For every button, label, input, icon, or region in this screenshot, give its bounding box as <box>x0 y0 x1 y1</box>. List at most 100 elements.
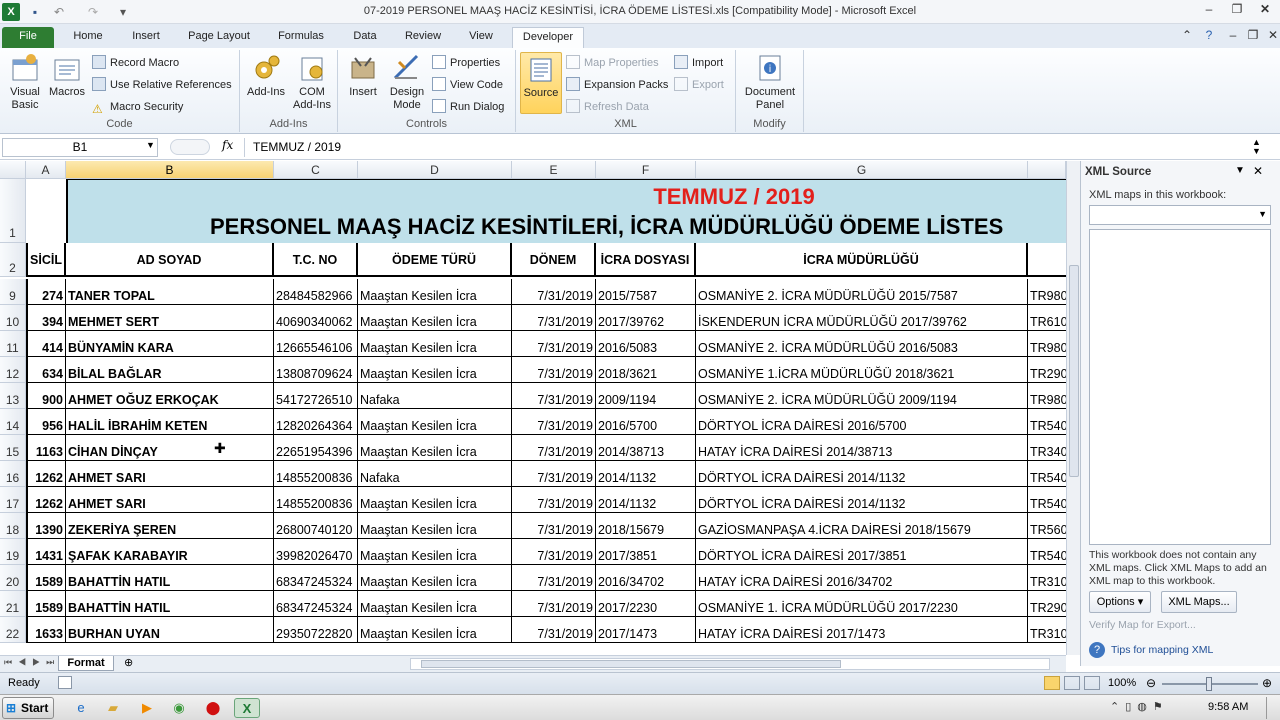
cell-odeme-turu[interactable]: Maaştan Kesilen İcra <box>358 487 512 513</box>
column-header-e[interactable]: E <box>512 161 596 179</box>
formula-controls[interactable] <box>170 139 210 155</box>
antivirus-icon[interactable]: ⬤ <box>200 698 226 718</box>
row-header[interactable]: 9 <box>0 279 26 305</box>
sheet-tab-format[interactable]: Format <box>58 656 114 671</box>
cell-icra-mudurlugu[interactable]: DÖRTYOL İCRA DAİRESİ 2014/1132 <box>696 461 1028 487</box>
macro-security-button[interactable]: ⚠ Macro Security <box>92 98 183 116</box>
cell-icra-dosyasi[interactable]: 2017/1473 <box>596 617 696 643</box>
cell-icra-dosyasi[interactable]: 2017/2230 <box>596 591 696 617</box>
cell-tc-no[interactable]: 39982026470 <box>274 539 358 565</box>
cell-tc-no[interactable]: 68347245324 <box>274 565 358 591</box>
cell-ad-soyad[interactable]: BÜNYAMİN KARA <box>66 331 274 357</box>
minimize-button[interactable]: – <box>1196 2 1222 20</box>
name-box[interactable]: B1 <box>2 138 158 157</box>
tab-file[interactable]: File <box>2 27 54 48</box>
cell-iban[interactable]: TR540 <box>1028 461 1066 487</box>
file-explorer-icon[interactable]: ▰ <box>100 698 126 718</box>
tab-data[interactable]: Data <box>340 27 390 48</box>
page-layout-view-icon[interactable] <box>1064 676 1080 690</box>
column-header-b[interactable]: B <box>66 161 274 179</box>
row-header[interactable]: 22 <box>0 617 26 643</box>
cell-ad-soyad[interactable]: BAHATTİN HATIL <box>66 565 274 591</box>
view-code-button[interactable]: View Code <box>432 76 503 94</box>
row-header[interactable]: 14 <box>0 409 26 435</box>
row-header[interactable]: 21 <box>0 591 26 617</box>
cell-iban[interactable]: TR980 <box>1028 383 1066 409</box>
cell-sicil[interactable]: 274 <box>26 279 66 305</box>
expansion-packs-button[interactable]: Expansion Packs <box>566 76 668 94</box>
record-macro-button[interactable]: Record Macro <box>92 54 179 72</box>
normal-view-icon[interactable] <box>1044 676 1060 690</box>
xml-tree-view[interactable] <box>1089 229 1271 545</box>
cell-sicil[interactable]: 414 <box>26 331 66 357</box>
cell-odeme-turu[interactable]: Maaştan Kesilen İcra <box>358 357 512 383</box>
cell-icra-dosyasi[interactable]: 2017/39762 <box>596 305 696 331</box>
zoom-level[interactable]: 100% <box>1108 677 1136 689</box>
worksheet-grid[interactable]: A B C D E F G 1 TEMMUZ / 2019 PERSONEL M… <box>0 161 1066 655</box>
cell-odeme-turu[interactable]: Nafaka <box>358 383 512 409</box>
cell-iban[interactable]: TR290 <box>1028 591 1066 617</box>
cell-iban[interactable]: TR310 <box>1028 617 1066 643</box>
cell-icra-dosyasi[interactable]: 2015/7587 <box>596 279 696 305</box>
cell-icra-mudurlugu[interactable]: HATAY İCRA DAİRESİ 2017/1473 <box>696 617 1028 643</box>
cell-ad-soyad[interactable]: BİLAL BAĞLAR <box>66 357 274 383</box>
xml-maps-button[interactable]: XML Maps... <box>1161 591 1237 613</box>
header-odeme-turu[interactable]: ÖDEME TÜRÜ <box>358 243 512 277</box>
macro-record-icon[interactable] <box>58 676 72 689</box>
cell-donem[interactable]: 7/31/2019 <box>512 513 596 539</box>
cell-odeme-turu[interactable]: Nafaka <box>358 461 512 487</box>
document-panel-button[interactable]: i Document Panel <box>740 52 800 112</box>
cell-icra-mudurlugu[interactable]: GAZİOSMANPAŞA 4.İCRA DAİRESİ 2018/15679 <box>696 513 1028 539</box>
vertical-scrollbar[interactable] <box>1066 161 1080 655</box>
cell-donem[interactable]: 7/31/2019 <box>512 617 596 643</box>
run-dialog-button[interactable]: Run Dialog <box>432 98 504 116</box>
cell-tc-no[interactable]: 12665546106 <box>274 331 358 357</box>
cell-donem[interactable]: 7/31/2019 <box>512 305 596 331</box>
pane-options-icon[interactable]: ▼ <box>1235 165 1245 176</box>
close-button[interactable]: ✕ <box>1252 2 1278 20</box>
xml-source-button[interactable]: Source <box>520 52 562 114</box>
zoom-out-icon[interactable]: ⊖ <box>1146 676 1156 690</box>
insert-control-button[interactable]: Insert <box>342 52 384 99</box>
tab-home[interactable]: Home <box>62 27 114 48</box>
excel-taskbar-button[interactable]: X <box>234 698 260 718</box>
insert-function-button[interactable]: fx <box>222 138 233 152</box>
pane-close-icon[interactable]: ✕ <box>1253 164 1263 178</box>
row-header[interactable]: 11 <box>0 331 26 357</box>
chrome-icon[interactable]: ◉ <box>166 698 192 718</box>
media-player-icon[interactable]: ▶ <box>134 698 160 718</box>
maximize-button[interactable]: ❐ <box>1224 2 1250 20</box>
internet-explorer-icon[interactable]: e <box>68 698 94 718</box>
cell-sicil[interactable]: 1589 <box>26 565 66 591</box>
header-ad-soyad[interactable]: AD SOYAD <box>66 243 274 277</box>
cell-tc-no[interactable]: 28484582966 <box>274 279 358 305</box>
cell-icra-dosyasi[interactable]: 2016/34702 <box>596 565 696 591</box>
tips-link[interactable]: Tips for mapping XML <box>1111 644 1213 656</box>
row-header[interactable]: 18 <box>0 513 26 539</box>
cell-iban[interactable]: TR980 <box>1028 331 1066 357</box>
expand-formula-bar-icon[interactable]: ▲ ▼ <box>1252 138 1261 156</box>
com-add-ins-button[interactable]: COM Add-Ins <box>290 52 334 112</box>
insert-sheet-icon[interactable]: ⊕ <box>124 656 133 669</box>
cell-icra-dosyasi[interactable]: 2017/3851 <box>596 539 696 565</box>
cell-icra-mudurlugu[interactable]: OSMANİYE 2. İCRA MÜDÜRLÜĞÜ 2016/5083 <box>696 331 1028 357</box>
cell-sicil[interactable]: 1262 <box>26 461 66 487</box>
cell-icra-dosyasi[interactable]: 2014/1132 <box>596 487 696 513</box>
cell-ad-soyad[interactable]: AHMET SARI <box>66 461 274 487</box>
cell-ad-soyad[interactable]: HALİL İBRAHİM KETEN <box>66 409 274 435</box>
header-tc-no[interactable]: T.C. NO <box>274 243 358 277</box>
cell-iban[interactable]: TR560 <box>1028 513 1066 539</box>
zoom-in-icon[interactable]: ⊕ <box>1262 676 1272 690</box>
cell-donem[interactable]: 7/31/2019 <box>512 539 596 565</box>
header-icra-dosyasi[interactable]: İCRA DOSYASI <box>596 243 696 277</box>
cell-icra-mudurlugu[interactable]: OSMANİYE 1.İCRA MÜDÜRLÜĞÜ 2018/3621 <box>696 357 1028 383</box>
refresh-data-button[interactable]: Refresh Data <box>566 98 649 116</box>
cell-odeme-turu[interactable]: Maaştan Kesilen İcra <box>358 617 512 643</box>
cell-donem[interactable]: 7/31/2019 <box>512 331 596 357</box>
cell-ad-soyad[interactable]: BAHATTİN HATIL <box>66 591 274 617</box>
cell-donem[interactable]: 7/31/2019 <box>512 487 596 513</box>
cell-sicil[interactable]: 1589 <box>26 591 66 617</box>
help-icon[interactable]: ? <box>1196 28 1222 46</box>
cell-sicil[interactable]: 1633 <box>26 617 66 643</box>
options-button[interactable]: Options ▾ <box>1089 591 1151 613</box>
